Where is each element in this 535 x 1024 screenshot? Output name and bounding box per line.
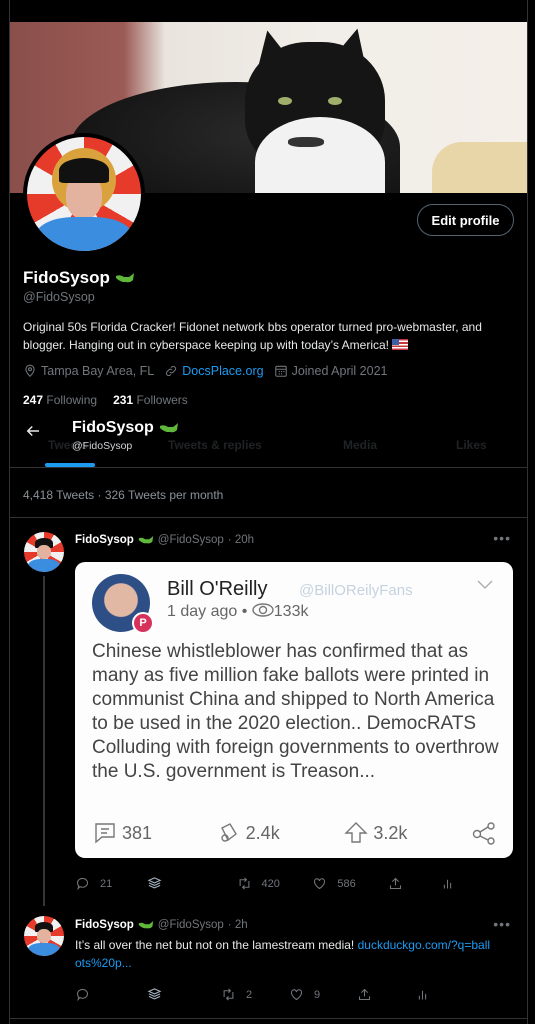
sticky-handle: @FidoSysop bbox=[72, 440, 133, 452]
tweet-avatar[interactable] bbox=[24, 532, 64, 572]
tweet-stats: 4,418 Tweets · 326 Tweets per month bbox=[10, 468, 527, 518]
retweet-button[interactable]: 420 bbox=[237, 876, 313, 891]
analytics-button[interactable] bbox=[415, 987, 430, 1002]
divider bbox=[10, 1018, 527, 1019]
heart-icon bbox=[290, 989, 303, 1001]
more-options-icon[interactable]: ••• bbox=[493, 916, 511, 932]
retweet-icon bbox=[223, 988, 234, 1001]
upload-icon bbox=[390, 877, 402, 890]
echo-icon bbox=[220, 823, 237, 842]
website-link[interactable]: DocsPlace.org bbox=[182, 364, 263, 378]
follow-counts: 247 Following 231 Followers bbox=[23, 393, 188, 407]
reply-button[interactable] bbox=[75, 987, 147, 1002]
alligator-icon bbox=[159, 423, 178, 433]
profile-handle: @FidoSysop bbox=[23, 290, 95, 304]
tweet-avatar[interactable] bbox=[24, 916, 64, 956]
link-icon bbox=[166, 365, 177, 377]
upvote-icon bbox=[344, 822, 369, 843]
active-tab-indicator bbox=[45, 463, 95, 467]
share-icon bbox=[472, 822, 495, 845]
edit-profile-button[interactable]: Edit profile bbox=[417, 204, 514, 236]
layers-icon bbox=[147, 877, 162, 889]
alligator-icon bbox=[138, 921, 153, 929]
chevron-down-icon bbox=[477, 580, 493, 589]
profile-bio: Original 50s Florida Cracker! Fidonet ne… bbox=[23, 320, 482, 352]
share-button[interactable] bbox=[388, 876, 440, 891]
layers-icon bbox=[147, 988, 162, 1000]
tweet-actions: 21 420 586 bbox=[75, 876, 455, 891]
profile-avatar[interactable] bbox=[23, 133, 145, 255]
reply-icon bbox=[76, 988, 89, 1002]
tweet-actions: 2 9 bbox=[75, 987, 455, 1002]
alligator-icon bbox=[138, 536, 153, 544]
profile-meta: Tampa Bay Area, FL DocsPlace.org Joined … bbox=[23, 364, 393, 378]
followers-link[interactable]: 231 Followers bbox=[113, 393, 188, 407]
stack-button[interactable] bbox=[147, 987, 221, 1002]
tweet-header: FidoSysop @FidoSysop · 20h bbox=[75, 534, 255, 546]
share-button[interactable] bbox=[357, 987, 415, 1002]
comment-icon bbox=[95, 823, 115, 844]
sticky-header: FidoSysop @FidoSysop bbox=[10, 414, 527, 454]
parler-badge-icon: P bbox=[132, 612, 154, 634]
profile-name: FidoSysop bbox=[23, 268, 135, 288]
reply-button[interactable]: 21 bbox=[75, 876, 147, 891]
alligator-icon bbox=[115, 273, 134, 283]
back-arrow-icon[interactable] bbox=[24, 422, 42, 440]
retweet-button[interactable]: 2 bbox=[221, 987, 289, 1002]
eye-icon bbox=[252, 603, 274, 617]
tweet-image[interactable]: P Bill O'Reilly @BillOReilyFans 1 day ag… bbox=[75, 562, 513, 858]
analytics-icon bbox=[443, 879, 452, 889]
heart-icon bbox=[314, 878, 326, 890]
analytics-icon bbox=[418, 990, 427, 1000]
calendar-icon bbox=[274, 365, 287, 377]
tweet-text: It’s all over the net but not on the lam… bbox=[75, 938, 491, 970]
plush-toy bbox=[432, 142, 527, 193]
stack-button[interactable] bbox=[147, 876, 237, 891]
thread-line bbox=[43, 576, 45, 906]
following-link[interactable]: 247 Following bbox=[23, 393, 97, 407]
retweet-icon bbox=[239, 877, 249, 890]
like-button[interactable]: 586 bbox=[312, 876, 388, 891]
like-button[interactable]: 9 bbox=[289, 987, 357, 1002]
location-icon bbox=[25, 364, 35, 377]
sticky-name: FidoSysop bbox=[72, 419, 154, 436]
upload-icon bbox=[358, 988, 371, 1001]
more-options-icon[interactable]: ••• bbox=[493, 530, 511, 546]
us-flag-icon bbox=[392, 338, 409, 350]
analytics-button[interactable] bbox=[440, 876, 455, 891]
tweet-header: FidoSysop @FidoSysop · 2h bbox=[75, 919, 248, 931]
reply-icon bbox=[76, 877, 89, 891]
